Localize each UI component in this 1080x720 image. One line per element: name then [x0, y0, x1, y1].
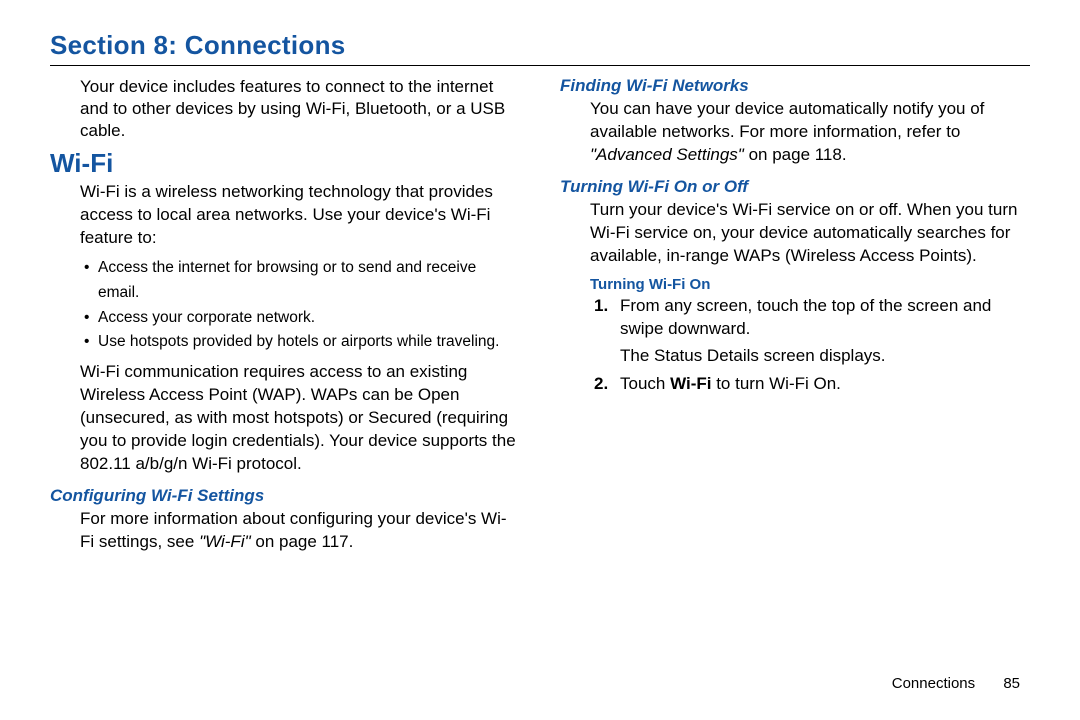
text-fragment: on page 118. [744, 145, 847, 164]
text-fragment: Touch [620, 374, 670, 393]
divider [50, 65, 1030, 66]
finding-networks-body: You can have your device automatically n… [590, 98, 1030, 167]
configuring-wifi-body: For more information about configuring y… [80, 508, 520, 554]
step-text: From any screen, touch the top of the sc… [620, 296, 991, 338]
section-title: Section 8: Connections [50, 30, 1030, 61]
list-item: Use hotspots provided by hotels or airpo… [84, 330, 520, 355]
turning-wifi-on-heading: Turning Wi-Fi On [590, 276, 1030, 293]
wifi-bullet-list: Access the internet for browsing or to s… [84, 256, 520, 355]
turning-wifi-body: Turn your device's Wi-Fi service on or o… [590, 199, 1030, 268]
wifi-description: Wi-Fi is a wireless networking technolog… [80, 181, 520, 250]
turning-wifi-heading: Turning Wi-Fi On or Off [560, 177, 1030, 197]
text-fragment: You can have your device automatically n… [590, 99, 984, 141]
step-item: Touch Wi-Fi to turn Wi-Fi On. [590, 373, 1030, 396]
ui-element-name: Wi-Fi [670, 374, 711, 393]
step-subtext: The Status Details screen displays. [620, 345, 1030, 368]
list-item: Access the internet for browsing or to s… [84, 256, 520, 306]
text-fragment: to turn Wi-Fi On. [711, 374, 840, 393]
cross-reference: "Advanced Settings" [590, 145, 744, 164]
wifi-wap-paragraph: Wi-Fi communication requires access to a… [80, 361, 520, 476]
finding-networks-heading: Finding Wi-Fi Networks [560, 76, 1030, 96]
steps-list: From any screen, touch the top of the sc… [590, 295, 1030, 397]
wifi-heading: Wi-Fi [50, 148, 520, 179]
left-column: Your device includes features to connect… [50, 76, 520, 560]
content-columns: Your device includes features to connect… [50, 76, 1030, 560]
configuring-wifi-heading: Configuring Wi-Fi Settings [50, 486, 520, 506]
step-item: From any screen, touch the top of the sc… [590, 295, 1030, 368]
text-fragment: on page 117. [251, 532, 354, 551]
page-footer: Connections 85 [892, 675, 1020, 692]
footer-page-number: 85 [1003, 675, 1020, 692]
footer-section-name: Connections [892, 675, 975, 692]
list-item: Access your corporate network. [84, 306, 520, 331]
right-column: Finding Wi-Fi Networks You can have your… [560, 76, 1030, 560]
cross-reference: "Wi-Fi" [199, 532, 251, 551]
intro-paragraph: Your device includes features to connect… [80, 76, 520, 142]
